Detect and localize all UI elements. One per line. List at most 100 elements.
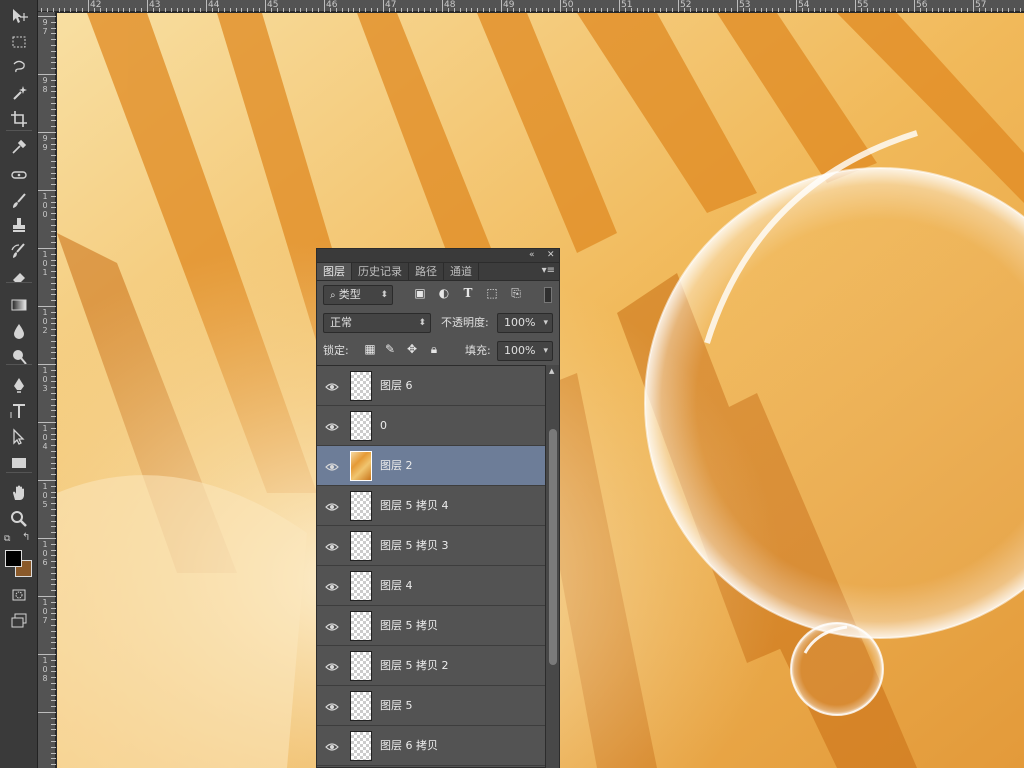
layer-row[interactable]: 图层 5 拷贝 4 <box>317 486 545 526</box>
layer-name[interactable]: 图层 5 拷贝 4 <box>380 486 449 526</box>
magic-wand-tool-icon[interactable] <box>5 82 33 104</box>
layer-row[interactable]: 图层 6 <box>317 366 545 406</box>
layer-row[interactable]: 图层 2 <box>317 446 545 486</box>
foreground-color-swatch[interactable] <box>5 550 22 567</box>
visibility-eye-icon[interactable] <box>325 379 339 393</box>
tab-channels[interactable]: 通道 <box>444 263 479 280</box>
lock-position-icon[interactable]: ✥ <box>403 342 421 356</box>
crop-tool-icon[interactable] <box>5 108 33 130</box>
layer-row[interactable]: 图层 6 拷贝 <box>317 726 545 766</box>
layer-thumbnail[interactable] <box>350 731 372 761</box>
quick-mask-icon[interactable] <box>5 584 33 606</box>
visibility-eye-icon[interactable] <box>325 739 339 753</box>
layer-name[interactable]: 图层 5 拷贝 <box>380 606 438 646</box>
pen-tool-icon[interactable] <box>5 374 33 396</box>
default-colors-icon[interactable]: ⧉ <box>4 534 10 544</box>
layer-list-scrollbar[interactable]: ▲ <box>545 365 559 768</box>
layer-row[interactable]: 图层 4 <box>317 566 545 606</box>
layer-thumbnail[interactable] <box>350 571 372 601</box>
tab-history[interactable]: 历史记录 <box>352 263 409 280</box>
layer-name[interactable]: 图层 5 拷贝 3 <box>380 526 449 566</box>
layer-name[interactable]: 图层 6 <box>380 366 413 406</box>
visibility-eye-icon[interactable] <box>325 659 339 673</box>
fill-field[interactable]: 100% ▾ <box>497 341 553 361</box>
ruler-label: 55 <box>857 0 869 10</box>
blur-tool-icon[interactable] <box>5 320 33 342</box>
lock-transparent-icon[interactable]: ▦ <box>361 342 379 356</box>
layer-thumbnail[interactable] <box>350 411 372 441</box>
brush-tool-icon[interactable] <box>5 190 33 212</box>
clone-stamp-tool-icon[interactable] <box>5 214 33 236</box>
layer-thumbnail[interactable] <box>350 491 372 521</box>
layer-row[interactable]: 图层 5 拷贝 3 <box>317 526 545 566</box>
updown-arrows-icon: ⬍ <box>380 290 388 300</box>
blend-mode-select[interactable]: 正常 ⬍ <box>323 313 431 333</box>
chevron-down-icon[interactable]: ▾ <box>543 314 548 332</box>
filter-smartobject-icon[interactable]: ⎘ <box>507 286 525 301</box>
filter-pixel-icon[interactable]: ▣ <box>411 286 429 300</box>
layer-row[interactable]: 0 <box>317 406 545 446</box>
ruler-label: 1 0 6 <box>42 540 48 567</box>
tab-paths[interactable]: 路径 <box>409 263 444 280</box>
gradient-tool-icon[interactable] <box>5 294 33 316</box>
lasso-tool-icon[interactable] <box>5 56 33 78</box>
layer-name[interactable]: 0 <box>380 406 387 446</box>
layer-thumbnail[interactable] <box>350 371 372 401</box>
filter-shape-icon[interactable]: ⬚ <box>483 286 501 300</box>
visibility-eye-icon[interactable] <box>325 459 339 473</box>
history-brush-tool-icon[interactable] <box>5 240 33 262</box>
zoom-tool-icon[interactable] <box>5 508 33 530</box>
layer-row[interactable]: 图层 5 拷贝 <box>317 606 545 646</box>
visibility-eye-icon[interactable] <box>325 699 339 713</box>
move-tool-icon[interactable] <box>5 5 33 27</box>
blend-opacity-row: 正常 ⬍ 不透明度: 100% ▾ <box>317 309 559 337</box>
eraser-tool-icon[interactable] <box>5 266 33 288</box>
tab-layers[interactable]: 图层 <box>317 263 352 280</box>
layer-name[interactable]: 图层 6 拷贝 <box>380 726 438 766</box>
layer-name[interactable]: 图层 4 <box>380 566 413 606</box>
layer-row[interactable]: 图层 5 <box>317 686 545 726</box>
layer-thumbnail[interactable] <box>350 451 372 481</box>
visibility-eye-icon[interactable] <box>325 619 339 633</box>
panel-menu-icon[interactable]: ▾≡ <box>542 265 555 276</box>
layer-thumbnail[interactable] <box>350 651 372 681</box>
filter-toggle-switch[interactable] <box>544 287 552 303</box>
scroll-up-icon[interactable]: ▲ <box>549 367 554 375</box>
layer-thumbnail[interactable] <box>350 611 372 641</box>
healing-brush-tool-icon[interactable] <box>5 164 33 186</box>
marquee-tool-icon[interactable] <box>5 31 33 53</box>
visibility-eye-icon[interactable] <box>325 579 339 593</box>
chevron-down-icon[interactable]: ▾ <box>543 342 548 360</box>
close-panel-icon[interactable]: ✕ <box>547 250 555 260</box>
layer-thumbnail[interactable] <box>350 531 372 561</box>
hand-tool-icon[interactable] <box>5 482 33 504</box>
visibility-eye-icon[interactable] <box>325 499 339 513</box>
layer-name[interactable]: 图层 2 <box>380 446 413 486</box>
filter-kind-select[interactable]: ⌕ 类型 ⬍ <box>323 285 393 305</box>
scrollbar-thumb[interactable] <box>549 429 557 665</box>
layer-thumbnail[interactable] <box>350 691 372 721</box>
ruler-label: 43 <box>149 0 161 10</box>
eyedropper-tool-icon[interactable] <box>5 136 33 158</box>
layer-name[interactable]: 图层 5 <box>380 686 413 726</box>
layer-row[interactable]: 图层 5 拷贝 2 <box>317 646 545 686</box>
lock-all-icon[interactable]: 🔒︎ <box>425 342 443 357</box>
ruler-label: 53 <box>739 0 751 10</box>
toolbar-divider <box>6 472 32 473</box>
type-tool-icon[interactable] <box>5 400 33 422</box>
swap-colors-icon[interactable]: ↰ <box>22 532 30 543</box>
updown-arrows-icon: ⬍ <box>418 318 426 328</box>
screen-mode-icon[interactable] <box>5 610 33 632</box>
opacity-field[interactable]: 100% ▾ <box>497 313 553 333</box>
visibility-eye-icon[interactable] <box>325 539 339 553</box>
shape-tool-icon[interactable] <box>5 452 33 474</box>
visibility-eye-icon[interactable] <box>325 419 339 433</box>
collapse-icon[interactable]: « <box>529 250 535 260</box>
layer-name[interactable]: 图层 5 拷贝 2 <box>380 646 449 686</box>
filter-type-icon[interactable]: T <box>459 286 477 300</box>
lock-image-icon[interactable]: ✎ <box>381 342 399 356</box>
panel-titlebar[interactable]: « ✕ <box>317 249 559 263</box>
layer-filter-row: ⌕ 类型 ⬍ ▣ ◐ T ⬚ ⎘ <box>317 281 559 309</box>
filter-adjustment-icon[interactable]: ◐ <box>435 286 453 300</box>
path-selection-tool-icon[interactable] <box>5 426 33 448</box>
